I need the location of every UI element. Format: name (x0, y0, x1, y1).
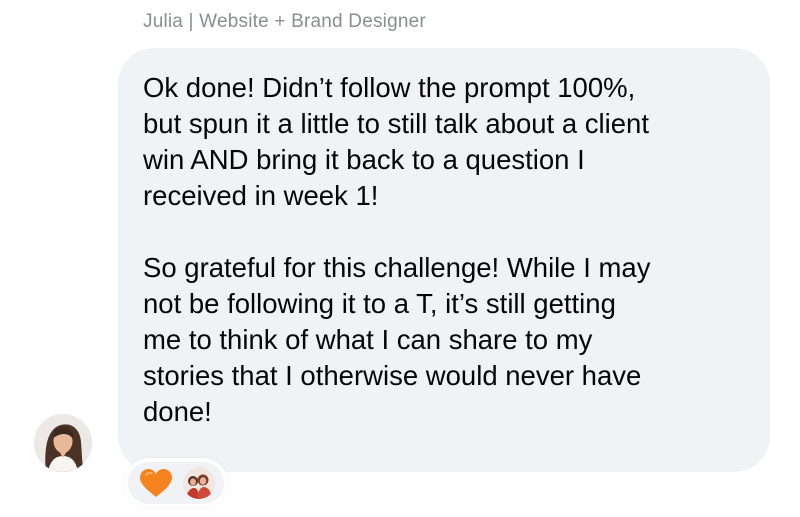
avatar[interactable] (34, 414, 92, 472)
sender-name[interactable]: Julia | Website + Brand Designer (143, 11, 426, 33)
profile-photo-icon (34, 414, 92, 472)
reaction-pill (128, 462, 224, 504)
message-paragraph-1: Ok done! Didn’t follow the prompt 100%, … (143, 72, 649, 211)
orange-heart-icon (140, 469, 172, 497)
reactor-avatar (183, 467, 215, 499)
message-bubble[interactable]: Ok done! Didn’t follow the prompt 100%, … (118, 48, 770, 472)
message-paragraph-2: So grateful for this challenge! While I … (143, 252, 651, 427)
group-photo-icon (183, 467, 215, 499)
reaction-badge[interactable] (124, 458, 228, 508)
